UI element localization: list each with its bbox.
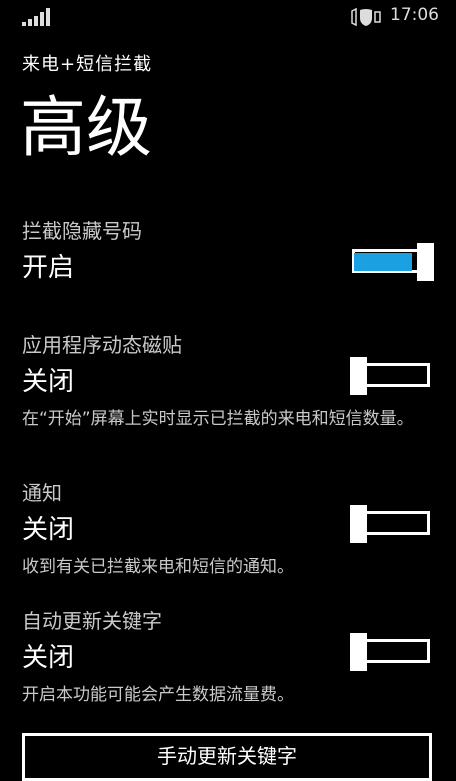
status-time: 17:06 [390, 5, 439, 25]
setting-label: 应用程序动态磁贴 [22, 333, 182, 357]
setting-description: 收到有关已拦截来电和短信的通知。 [22, 557, 294, 577]
app-title: 来电+短信拦截 [22, 54, 153, 75]
setting-description: 开启本功能可能会产生数据流量费。 [22, 685, 294, 705]
setting-description: 在“开始”屏幕上实时显示已拦截的来电和短信数量。 [22, 409, 414, 429]
toggle-block-hidden-number[interactable] [350, 243, 434, 281]
toggle-auto-update-keywords[interactable] [350, 633, 434, 671]
toggle-thumb[interactable] [350, 357, 367, 395]
update-keywords-button[interactable]: 手动更新关键字 [22, 733, 432, 781]
toggle-live-tile[interactable] [350, 357, 434, 395]
setting-label: 通知 [22, 481, 62, 505]
toggle-thumb[interactable] [417, 243, 434, 281]
toggle-notifications[interactable] [350, 505, 434, 543]
toggle-thumb[interactable] [350, 633, 367, 671]
battery-shield-icon [351, 7, 381, 27]
page-title: 高级 [20, 89, 152, 166]
setting-label: 拦截隐藏号码 [22, 219, 142, 243]
toggle-thumb[interactable] [350, 505, 367, 543]
setting-label: 自动更新关键字 [22, 609, 162, 633]
signal-bars-icon [22, 8, 50, 26]
toggle-fill [354, 253, 412, 271]
status-bar: 17:06 [0, 0, 456, 32]
